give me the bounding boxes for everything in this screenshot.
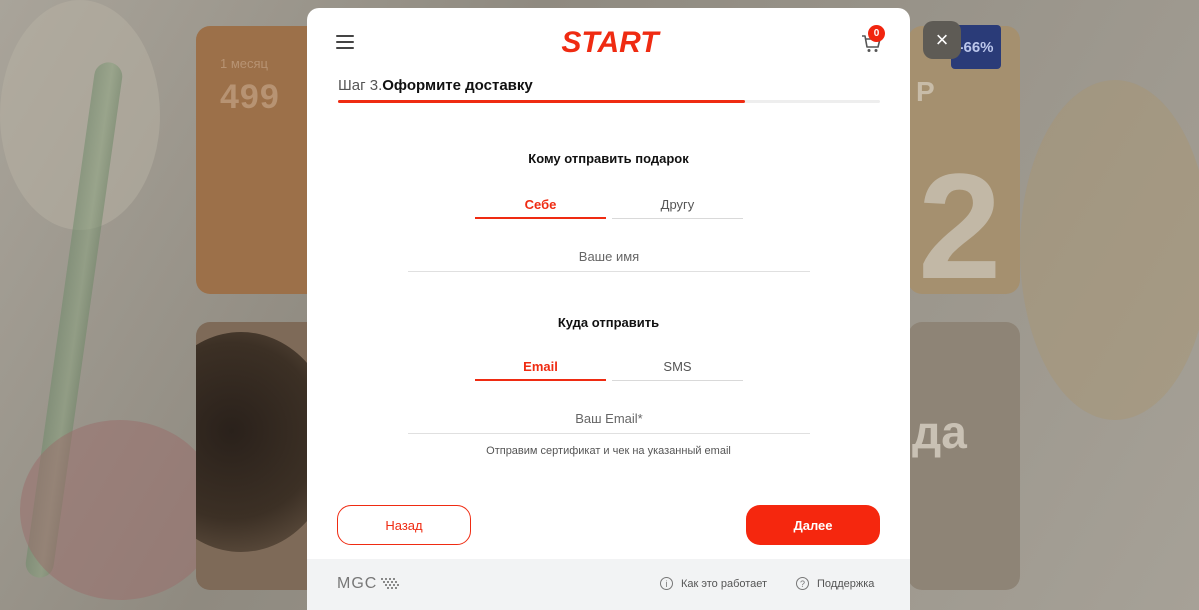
step-progress-bar	[338, 100, 880, 103]
mgc-logo: MGC	[337, 575, 400, 593]
bg-plan-price: 499	[220, 78, 280, 116]
how-it-works-label: Как это работает	[681, 577, 768, 590]
tab-self[interactable]: Себе	[475, 191, 606, 219]
tab-friend[interactable]: Другу	[612, 191, 743, 219]
destination-section-title: Куда отправить	[557, 315, 660, 330]
name-input[interactable]	[408, 242, 810, 272]
bg-flower-petal	[20, 420, 220, 600]
how-it-works-link[interactable]: i Как это работает	[660, 577, 767, 590]
start-logo: START	[561, 26, 661, 57]
mgc-dots-icon	[381, 578, 400, 589]
back-button[interactable]: Назад	[337, 505, 471, 545]
svg-text:START: START	[561, 26, 661, 57]
modal-footer: MGC i Как это работает ? Поддержка	[307, 559, 910, 610]
support-link[interactable]: ? Поддержка	[796, 577, 874, 590]
email-hint: Отправим сертификат и чек на указанный e…	[486, 445, 731, 457]
info-icon: i	[660, 577, 673, 590]
gift-checkout-modal: START 0 Шаг 3.Оформите доставку Кому отп…	[307, 8, 910, 610]
email-input[interactable]	[408, 404, 810, 434]
step-number: Шаг 3.	[338, 77, 383, 94]
recipient-section-title: Кому отправить подарок	[528, 151, 689, 166]
cart-count-badge: 0	[868, 25, 885, 42]
support-label: Поддержка	[817, 577, 875, 590]
step-progress-fill	[338, 100, 745, 103]
mgc-logo-text: MGC	[337, 575, 378, 592]
step-heading: Оформите доставку	[382, 77, 533, 94]
bg-promo-text: да	[912, 406, 967, 458]
tab-email[interactable]: Email	[475, 353, 606, 381]
bg-plan-price: Р	[916, 76, 935, 107]
hamburger-menu-icon[interactable]	[336, 35, 354, 49]
bg-plan-period: 1 месяц	[220, 56, 268, 71]
tab-sms[interactable]: SMS	[612, 353, 743, 381]
step-title: Шаг 3.Оформите доставку	[338, 77, 533, 94]
help-icon: ?	[796, 577, 809, 590]
bg-flower-petal	[1020, 80, 1199, 420]
bg-big-number: 2	[918, 142, 1002, 310]
close-icon[interactable]: ×	[923, 21, 961, 59]
next-button[interactable]: Далее	[746, 505, 880, 545]
